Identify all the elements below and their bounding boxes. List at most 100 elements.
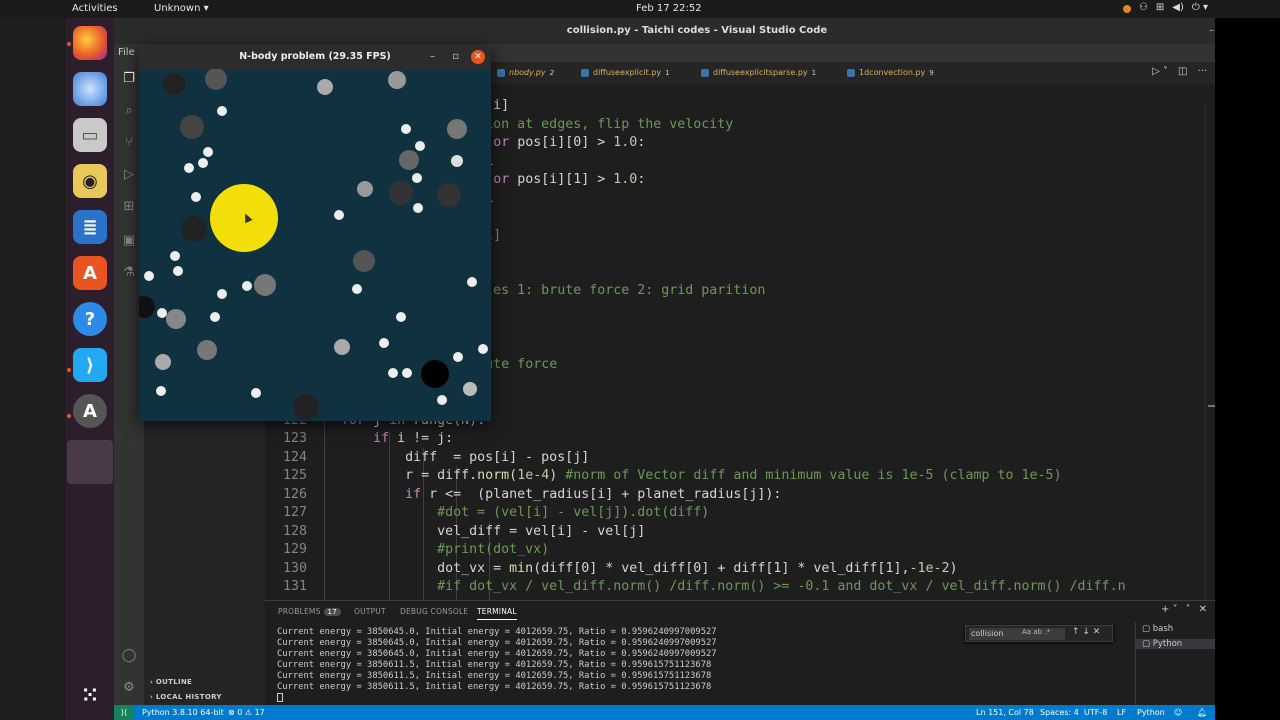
minimize-icon[interactable]: – bbox=[430, 45, 435, 69]
terminal-line: Current energy = 3850611.5, Initial ener… bbox=[277, 660, 712, 670]
particle bbox=[170, 251, 180, 261]
run-debug-icon[interactable]: ▷ bbox=[120, 166, 138, 184]
code-line: 131 #if dot_vx / vel_diff.norm() /diff.n… bbox=[265, 578, 1205, 597]
running-indicator bbox=[67, 368, 71, 372]
cursor-position[interactable]: Ln 151, Col 78 bbox=[976, 705, 1034, 720]
rhythmbox-icon[interactable]: ◉ bbox=[73, 164, 107, 198]
help-icon[interactable]: ? bbox=[73, 302, 107, 336]
extensions-icon[interactable]: ⊞ bbox=[120, 198, 138, 216]
tab-problems[interactable]: PROBLEMS 17 bbox=[278, 607, 341, 616]
nbody-title-bar[interactable]: N-body problem (29.35 FPS) – ▫ ✕ bbox=[139, 45, 491, 69]
terminal-item-bash[interactable]: ▢ bash bbox=[1142, 624, 1173, 634]
run-file-icon[interactable]: ▷ ˅ bbox=[1152, 66, 1168, 77]
maximize-panel-icon[interactable]: ˄ bbox=[1186, 604, 1191, 615]
tab-diffuseexplicit[interactable]: diffuseexplicit.py 1 bbox=[579, 62, 670, 84]
tab-terminal[interactable]: TERMINAL bbox=[477, 607, 517, 620]
activities-button[interactable]: Activities bbox=[72, 3, 118, 14]
particle bbox=[396, 312, 406, 322]
code-text: dot_vx = min(diff[0] * vel_diff[0] + dif… bbox=[277, 560, 958, 576]
particle bbox=[415, 141, 425, 151]
particle bbox=[401, 124, 411, 134]
explorer-icon[interactable]: ❐ bbox=[120, 70, 138, 88]
files-icon[interactable]: ▭ bbox=[73, 118, 107, 152]
python-interpreter[interactable]: Python 3.8.10 64-bit bbox=[142, 705, 224, 720]
feedback-icon[interactable]: ☺ bbox=[1174, 705, 1182, 720]
testing-icon[interactable]: ⚗ bbox=[120, 264, 138, 282]
find-options[interactable]: Aa ab .* bbox=[1022, 628, 1050, 636]
terminal-line: Current energy = 3850645.0, Initial ener… bbox=[277, 627, 717, 637]
particle bbox=[191, 192, 201, 202]
writer-icon[interactable]: ≣ bbox=[73, 210, 107, 244]
notification-dot-icon bbox=[1122, 5, 1131, 13]
terminal-find-widget: collision Aa ab .* ↑ ↓ ✕ bbox=[965, 625, 1113, 642]
tab-problem-count: 2 bbox=[549, 69, 555, 77]
particle bbox=[467, 277, 477, 287]
remote-explorer-icon[interactable]: ▣ bbox=[120, 232, 138, 250]
simulation-canvas[interactable] bbox=[139, 69, 491, 421]
source-control-icon[interactable]: ⑂ bbox=[120, 134, 138, 152]
particle bbox=[413, 203, 423, 213]
tab-problem-count: 1 bbox=[811, 69, 817, 77]
account-icon[interactable]: ◯ bbox=[120, 647, 138, 665]
close-icon[interactable]: ✕ bbox=[471, 50, 485, 64]
firefox-icon[interactable] bbox=[73, 26, 107, 60]
clock[interactable]: Feb 17 22:52 bbox=[636, 3, 702, 14]
tab-diffuseexplicitsparse[interactable]: diffuseexplicitsparse.py 1 bbox=[699, 62, 816, 84]
new-terminal-icon[interactable]: + ˅ bbox=[1161, 604, 1178, 615]
code-text: vel_diff = vel[i] - vel[j] bbox=[277, 523, 646, 539]
software-icon[interactable]: A bbox=[73, 256, 107, 290]
menu-file[interactable]: File bbox=[118, 47, 135, 58]
tab-1dconvection[interactable]: 1dconvection.py 9 bbox=[845, 62, 934, 84]
tab-problem-count: 9 bbox=[929, 69, 934, 77]
code-line: 127 #dot = (vel[i] - vel[j]).dot(diff) bbox=[265, 504, 1205, 523]
particle bbox=[198, 158, 208, 168]
tab-nbody[interactable]: nbody.py 2 bbox=[495, 62, 554, 84]
find-input[interactable]: collision bbox=[969, 628, 1065, 640]
language-mode[interactable]: Python bbox=[1137, 705, 1165, 720]
taichi-window-icon[interactable] bbox=[67, 440, 113, 484]
terminal-line: Current energy = 3850645.0, Initial ener… bbox=[277, 638, 717, 648]
split-editor-icon[interactable]: ◫ bbox=[1178, 66, 1187, 77]
code-text: diff = pos[i] - pos[j] bbox=[277, 449, 590, 465]
particle bbox=[412, 173, 422, 183]
terminal-line: Current energy = 3850611.5, Initial ener… bbox=[277, 671, 712, 681]
more-actions-icon[interactable]: ··· bbox=[1197, 66, 1207, 77]
problems-label: PROBLEMS bbox=[278, 607, 321, 616]
particle bbox=[402, 368, 412, 378]
app-menu[interactable]: Unknown ▾ bbox=[154, 3, 209, 14]
tab-output[interactable]: OUTPUT bbox=[354, 607, 386, 616]
particle bbox=[451, 155, 463, 167]
particle bbox=[173, 266, 183, 276]
terminal-item-python[interactable]: ▢ Python bbox=[1136, 639, 1215, 649]
search-icon[interactable]: ⌕ bbox=[120, 102, 138, 120]
maximize-icon[interactable]: ▫ bbox=[452, 45, 459, 69]
minimize-icon[interactable]: – bbox=[1209, 18, 1214, 44]
find-navigation[interactable]: ↑ ↓ ✕ bbox=[1072, 627, 1100, 637]
problems-status[interactable]: ⊗ 0 ⚠ 17 bbox=[228, 705, 265, 720]
gnome-top-bar: Activities Unknown ▾ Feb 17 22:52 ⚇ ⊞ ◀)… bbox=[0, 0, 1280, 18]
notifications-icon[interactable]: 🔔︎ bbox=[1197, 705, 1207, 720]
system-tray[interactable]: ⚇ ⊞ ◀) ⏻ ▾ bbox=[1122, 2, 1208, 13]
remote-icon[interactable]: ⟩⟨ bbox=[114, 705, 134, 720]
local-history-section[interactable]: › LOCAL HISTORY bbox=[150, 693, 222, 701]
outline-label: OUTLINE bbox=[155, 678, 193, 686]
desktop: Activities Unknown ▾ Feb 17 22:52 ⚇ ⊞ ◀)… bbox=[0, 0, 1280, 720]
show-apps-icon[interactable]: ⁙ bbox=[73, 678, 107, 712]
indentation[interactable]: Spaces: 4 bbox=[1040, 705, 1079, 720]
outline-section[interactable]: › OUTLINE bbox=[150, 678, 192, 686]
update-icon[interactable]: A bbox=[73, 394, 107, 428]
particle bbox=[203, 147, 213, 157]
thunderbird-icon[interactable] bbox=[73, 72, 107, 106]
close-panel-icon[interactable]: ✕ bbox=[1199, 604, 1207, 615]
code-text: #if dot_vx / vel_diff.norm() /diff.norm(… bbox=[437, 579, 1126, 594]
vscode-icon[interactable]: ⟩ bbox=[73, 348, 107, 382]
tab-label: diffuseexplicitsparse.py bbox=[713, 68, 808, 77]
code-line: 130 dot_vx = min(diff[0] * vel_diff[0] +… bbox=[265, 560, 1205, 579]
settings-gear-icon[interactable]: ⚙ bbox=[120, 679, 138, 697]
encoding[interactable]: UTF-8 bbox=[1084, 705, 1107, 720]
terminal-line: Current energy = 3850611.5, Initial ener… bbox=[277, 682, 712, 692]
line-ending[interactable]: LF bbox=[1117, 705, 1126, 720]
editor-scrollbar[interactable] bbox=[1205, 100, 1215, 600]
tab-debug-console[interactable]: DEBUG CONSOLE bbox=[400, 607, 468, 616]
code-line: 129 #print(dot_vx) bbox=[265, 541, 1205, 560]
